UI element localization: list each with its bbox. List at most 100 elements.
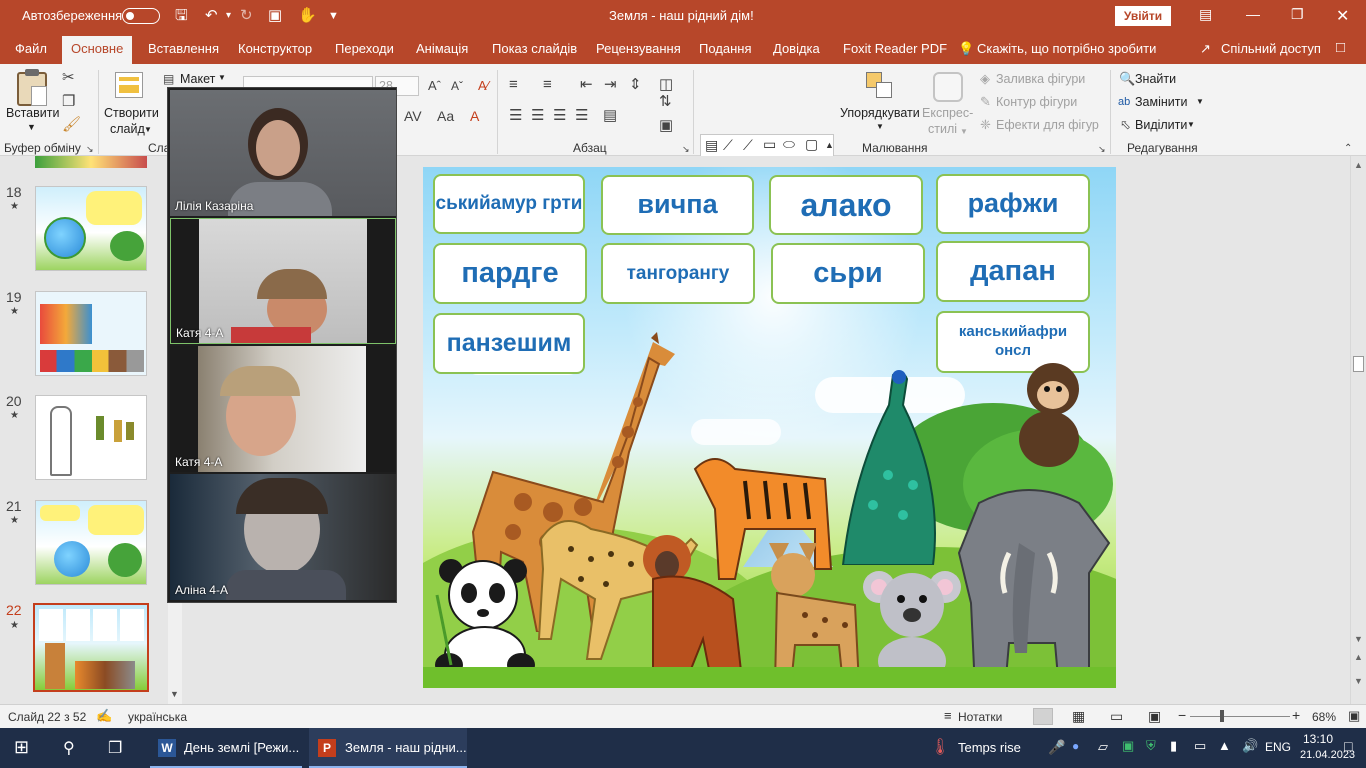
undo-dropdown-icon[interactable]: ▾	[226, 7, 231, 25]
line-spacing-icon[interactable]: ⇕	[629, 77, 642, 93]
redo-icon[interactable]: ↻	[240, 7, 253, 25]
quick-styles-dropdown-icon[interactable]: ▼	[960, 124, 968, 140]
notifications-icon[interactable]: □	[1344, 738, 1352, 754]
paste-icon[interactable]	[17, 69, 47, 106]
paragraph-launcher-icon[interactable]: ↘	[682, 141, 690, 157]
thumbnail-17-partial[interactable]	[35, 156, 147, 168]
scroll-down-icon[interactable]: ▼	[170, 689, 179, 699]
drawing-launcher-icon[interactable]: ↘	[1098, 141, 1106, 157]
rounded-rect-shape-icon[interactable]: ▢	[805, 137, 818, 151]
line2-shape-icon[interactable]: ⟋	[743, 138, 753, 152]
word-card[interactable]: пардге	[433, 243, 587, 304]
weather-label[interactable]: Temps rise	[958, 740, 1021, 755]
app-tray-icon[interactable]: ▣	[1122, 738, 1134, 754]
restore-icon[interactable]: ❐	[1291, 6, 1304, 23]
volume-icon[interactable]: 🔊	[1242, 738, 1258, 754]
zoom-in-icon[interactable]: +	[1292, 707, 1300, 723]
clipboard-launcher-icon[interactable]: ↘	[86, 141, 94, 157]
present-icon[interactable]: ▣	[268, 7, 282, 25]
microphone-icon[interactable]: 🎤	[1048, 739, 1065, 756]
clock-time[interactable]: 13:10	[1303, 732, 1333, 746]
fill-icon[interactable]: ◈	[980, 71, 990, 87]
shrink-font-icon[interactable]: Aˇ	[451, 78, 463, 94]
word-card[interactable]: рафжи	[936, 174, 1090, 234]
windows-start-icon[interactable]: ⊞	[14, 737, 29, 758]
share-button[interactable]: Спільний доступ	[1221, 41, 1321, 56]
quick-styles-icon[interactable]	[933, 72, 963, 102]
zoom-slider-thumb[interactable]	[1220, 710, 1225, 722]
paste-dropdown-icon[interactable]: ▼	[27, 122, 36, 132]
defender-icon[interactable]: ⛨	[1146, 738, 1156, 754]
thumbnail-slide-20[interactable]	[35, 395, 147, 480]
thermometer-icon[interactable]: 🌡	[930, 737, 950, 757]
oval-shape-icon[interactable]: ⬭	[783, 137, 795, 151]
select-label[interactable]: Виділити	[1135, 118, 1187, 132]
word-card[interactable]: ськийамур грти	[433, 174, 585, 234]
tab-help[interactable]: Довідка	[773, 41, 820, 56]
shape-outline-label[interactable]: Контур фігури	[996, 95, 1077, 109]
layout-label[interactable]: Макет	[180, 72, 215, 86]
tab-animations[interactable]: Анімація	[416, 41, 468, 56]
thumbnail-slide-19[interactable]	[35, 291, 147, 376]
word-card[interactable]: сьри	[771, 243, 925, 304]
close-icon[interactable]: ✕	[1336, 6, 1349, 26]
word-card[interactable]: тангорангу	[601, 243, 755, 304]
word-card[interactable]: алако	[769, 175, 923, 235]
next-slide-icon[interactable]: ▼	[1354, 676, 1363, 686]
video-tile[interactable]: Лілія Казаріна	[170, 90, 396, 216]
autosave-toggle[interactable]	[122, 8, 160, 24]
tab-insert[interactable]: Вставлення	[148, 41, 219, 56]
share-icon[interactable]: ↗	[1200, 41, 1211, 57]
smartart-icon[interactable]: ▣	[659, 118, 673, 134]
textbox-shape-icon[interactable]: ▤	[705, 138, 718, 152]
zoom-app-icon[interactable]: ●	[1072, 739, 1079, 753]
undo-icon[interactable]: ↶	[205, 7, 218, 25]
fit-to-window-icon[interactable]: ▣	[1348, 708, 1360, 724]
notes-button[interactable]: Нотатки	[958, 710, 1002, 724]
thumbnail-slide-18[interactable]	[35, 186, 147, 271]
tab-design[interactable]: Конструктор	[238, 41, 312, 56]
shape-effects-label[interactable]: Ефекти для фігур	[996, 118, 1099, 132]
word-card[interactable]: дапан	[936, 241, 1090, 302]
change-case-icon[interactable]: Aa	[437, 108, 454, 124]
grow-font-icon[interactable]: Aˆ	[428, 78, 441, 94]
slide-canvas[interactable]: ськийамур грти вичпа алако рафжи пардге …	[423, 167, 1116, 688]
zoom-out-icon[interactable]: −	[1178, 707, 1186, 723]
signin-button[interactable]: Увійти	[1115, 6, 1171, 26]
quick-styles-label-1[interactable]: Експрес-	[922, 106, 973, 120]
video-tile[interactable]: Аліна 4-А	[170, 474, 396, 600]
new-slide-label-2[interactable]: слайд	[110, 122, 145, 136]
layout-icon[interactable]: ▤	[163, 71, 174, 87]
font-color-icon[interactable]: A	[470, 108, 479, 124]
tab-review[interactable]: Рецензування	[596, 41, 681, 56]
scroll-thumb[interactable]	[1353, 356, 1364, 372]
clear-format-icon[interactable]: A⁄	[478, 78, 489, 94]
thumbnail-slide-22[interactable]	[33, 603, 149, 692]
increase-indent-icon[interactable]: ⇥	[604, 77, 617, 93]
task-view-icon[interactable]: ❐	[108, 738, 122, 758]
slideshow-view-icon[interactable]: ▣	[1148, 708, 1161, 725]
tab-slideshow[interactable]: Показ слайдів	[492, 41, 577, 56]
reading-view-icon[interactable]: ▭	[1110, 708, 1123, 725]
find-label[interactable]: Знайти	[1135, 72, 1176, 86]
spell-check-icon[interactable]: ✍	[96, 708, 112, 724]
numbering-icon[interactable]: ≡	[543, 77, 552, 93]
tab-file[interactable]: Файл	[15, 41, 47, 56]
wifi-icon[interactable]: ▲	[1218, 738, 1231, 753]
tell-me-search[interactable]: Скажіть, що потрібно зробити	[977, 41, 1156, 56]
effects-icon[interactable]: ❈	[980, 117, 991, 133]
video-conference-panel[interactable]: Лілія Казаріна Катя 4-А Катя 4-А Аліна 4…	[167, 87, 397, 603]
zoom-level[interactable]: 68%	[1312, 710, 1336, 724]
replace-icon[interactable]: ab	[1118, 94, 1130, 110]
taskbar-app-powerpoint-active[interactable]: P Земля - наш рідни...	[309, 728, 467, 768]
tab-view[interactable]: Подання	[699, 41, 752, 56]
bullets-icon[interactable]: ≡	[509, 77, 518, 93]
rectangle-shape-icon[interactable]: ▭	[763, 137, 776, 151]
new-slide-icon[interactable]	[115, 72, 143, 98]
language-label[interactable]: українська	[128, 710, 187, 724]
select-icon[interactable]: ⬁	[1120, 117, 1131, 133]
columns-icon[interactable]: ◫	[659, 77, 673, 93]
char-spacing-icon[interactable]: AV	[404, 108, 422, 124]
gallery-up-icon[interactable]: ▲	[825, 138, 834, 152]
minimize-icon[interactable]: —	[1246, 6, 1260, 22]
